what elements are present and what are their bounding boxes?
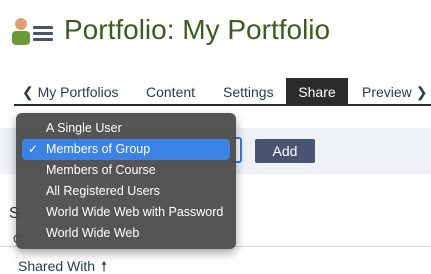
tab-bar: ❮ My Portfolios Content Settings Share P…	[14, 78, 431, 106]
option-all-registered-users[interactable]: All Registered Users	[22, 181, 230, 202]
tab-share[interactable]: Share	[286, 78, 348, 106]
arrow-up-icon: 🠕	[100, 258, 107, 274]
tab-content[interactable]: Content	[146, 78, 202, 106]
add-button[interactable]: Add	[255, 139, 315, 163]
page-header: Portfolio: My Portfolio	[0, 0, 431, 64]
option-members-of-course[interactable]: Members of Course	[22, 160, 230, 181]
shared-with-header[interactable]: Shared With 🠕	[18, 256, 107, 274]
share-type-dropdown: A Single User ✓ Members of Group Members…	[16, 113, 236, 249]
chevron-right-icon: ❯	[415, 84, 428, 100]
hamburger-menu-icon[interactable]	[33, 26, 53, 42]
option-single-user[interactable]: A Single User	[22, 118, 230, 139]
tab-my-portfolios[interactable]: ❮ My Portfolios	[22, 78, 132, 106]
option-www-with-password[interactable]: World Wide Web with Password	[22, 202, 230, 223]
tab-preview[interactable]: Preview ❯	[362, 78, 431, 106]
page-title: Portfolio: My Portfolio	[64, 14, 331, 45]
tab-settings[interactable]: Settings	[223, 78, 283, 106]
chevron-left-icon: ❮	[22, 84, 34, 100]
user-icon	[12, 18, 30, 45]
checkmark-icon: ✓	[28, 142, 39, 156]
option-members-of-group[interactable]: ✓ Members of Group	[22, 139, 230, 160]
option-www[interactable]: World Wide Web	[22, 223, 230, 244]
